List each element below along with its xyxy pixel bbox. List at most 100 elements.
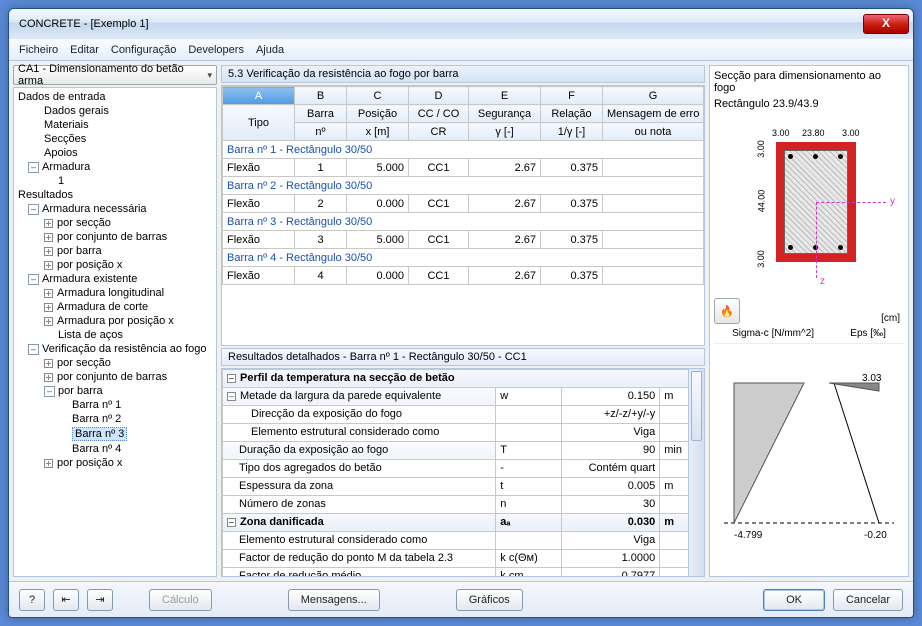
tree-armcorte[interactable]: Armadura de corte <box>57 301 148 313</box>
group-row: Barra nº 3 - Rectângulo 30/50 <box>223 213 704 231</box>
expand-icon[interactable] <box>44 219 53 228</box>
tree-fogo-conj[interactable]: por conjunto de barras <box>57 371 167 383</box>
tree-verif-fogo[interactable]: Verificação da resistência ao fogo <box>42 343 207 355</box>
case-combo[interactable]: CA1 - Dimensionamento do betão arma <box>13 65 217 85</box>
details-header-text: Resultados detalhados - Barra nº 1 - Rec… <box>228 351 527 363</box>
group-row: Barra nº 2 - Rectângulo 30/50 <box>223 177 704 195</box>
tree-arm-exist[interactable]: Armadura existente <box>42 273 137 285</box>
pane-title: 5.3 Verificação da resistência ao fogo p… <box>221 65 705 83</box>
tree-armposx[interactable]: Armadura por posição x <box>57 315 174 327</box>
tree-fogo-barra[interactable]: por barra <box>58 385 103 397</box>
col-A[interactable]: A <box>223 87 295 105</box>
col-B[interactable]: B <box>295 87 347 105</box>
group-row: Barra nº 4 - Rectângulo 30/50 <box>223 249 704 267</box>
results-grid[interactable]: A B C D E F G Tipo Barra Posição C <box>221 85 705 346</box>
tree-porposx[interactable]: por posição x <box>57 259 122 271</box>
tree-barra1[interactable]: Barra nº 1 <box>72 399 121 411</box>
rebar-dot <box>838 154 843 159</box>
tree-arm-1[interactable]: 1 <box>58 175 64 187</box>
collapse-icon[interactable]: – <box>227 374 236 383</box>
tree-porbarra[interactable]: por barra <box>57 245 102 257</box>
next-button[interactable]: ⇥ <box>87 589 113 611</box>
details-row: –Metade da largura da parede equivalente… <box>223 387 704 405</box>
messages-button[interactable]: Mensagens... <box>288 589 380 611</box>
help-button[interactable]: ? <box>19 589 45 611</box>
scrollbar-thumb[interactable] <box>691 371 702 441</box>
details-panel[interactable]: –Perfil da temperatura na secção de betã… <box>221 368 705 578</box>
cross-section-drawing: 3.00 23.80 3.00 3.00 44.00 3.00 y z <box>714 114 904 294</box>
prev-button[interactable]: ⇤ <box>53 589 79 611</box>
collapse-icon[interactable]: – <box>28 162 39 173</box>
tree-apoios[interactable]: Apoios <box>44 147 78 159</box>
close-button[interactable]: X <box>863 14 909 34</box>
details-row: Factor de redução médiok cm0.7977 <box>223 567 704 577</box>
tree-fogo-seccao[interactable]: por secção <box>57 357 111 369</box>
hdr-seg2: γ [-] <box>469 123 541 141</box>
col-F[interactable]: F <box>541 87 603 105</box>
stress-strain-plot: -4.799 3.03 -0.20 <box>714 343 904 572</box>
col-G[interactable]: G <box>603 87 704 105</box>
menu-developers[interactable]: Developers <box>188 44 244 56</box>
tree-fogo-posx[interactable]: por posição x <box>57 457 122 469</box>
tree-seccoes[interactable]: Secções <box>44 133 86 145</box>
tree-porconj[interactable]: por conjunto de barras <box>57 231 167 243</box>
tree-barra3[interactable]: Barra nº 3 <box>72 427 127 441</box>
details-row: Direcção da exposição do fogo+z/-z/+y/-y <box>223 405 704 423</box>
hdr-rel1: Relação <box>541 105 603 123</box>
expand-icon[interactable] <box>44 303 53 312</box>
tree-barra4[interactable]: Barra nº 4 <box>72 443 121 455</box>
col-D[interactable]: D <box>409 87 469 105</box>
hdr-rel2: 1/γ [-] <box>541 123 603 141</box>
tree-armlong[interactable]: Armadura longitudinal <box>57 287 164 299</box>
plot-sigma-label: Sigma-c [N/mm^2] <box>732 328 814 339</box>
expand-icon[interactable] <box>44 233 53 242</box>
rebar-dot <box>788 154 793 159</box>
collapse-icon[interactable]: – <box>28 344 39 355</box>
details-header: Resultados detalhados - Barra nº 1 - Rec… <box>221 348 705 366</box>
hdr-cc1: CC / CO <box>409 105 469 123</box>
expand-icon[interactable] <box>44 261 53 270</box>
collapse-icon[interactable]: – <box>227 518 236 527</box>
collapse-icon[interactable]: – <box>227 392 236 401</box>
cancel-button[interactable]: Cancelar <box>833 589 903 611</box>
tree-resultados[interactable]: Resultados <box>18 189 73 201</box>
expand-icon[interactable] <box>44 373 53 382</box>
hdr-barra1: Barra <box>295 105 347 123</box>
tree-dadosgerais[interactable]: Dados gerais <box>44 105 109 117</box>
expand-icon[interactable] <box>44 359 53 368</box>
menu-ajuda[interactable]: Ajuda <box>256 44 284 56</box>
section-title1: Secção para dimensionamento ao fogo <box>714 70 904 94</box>
menu-config[interactable]: Configuração <box>111 44 176 56</box>
menu-ficheiro[interactable]: Ficheiro <box>19 44 58 56</box>
tree-porseccao[interactable]: por secção <box>57 217 111 229</box>
hdr-cc2: CR <box>409 123 469 141</box>
expand-icon[interactable] <box>44 459 53 468</box>
table-row: Flexão35.000CC12.670.375 <box>223 231 704 249</box>
svg-text:-4.799: -4.799 <box>734 530 763 541</box>
menu-editar[interactable]: Editar <box>70 44 99 56</box>
tree-listaacos[interactable]: Lista de aços <box>58 329 123 341</box>
nav-tree[interactable]: Dados de entrada Dados gerais Materiais … <box>13 87 217 577</box>
tree-arm-nec[interactable]: Armadura necessária <box>42 203 147 215</box>
graphics-button[interactable]: Gráficos <box>456 589 523 611</box>
fire-button[interactable]: 🔥 <box>714 298 740 324</box>
col-E[interactable]: E <box>469 87 541 105</box>
col-C[interactable]: C <box>347 87 409 105</box>
tree-materiais[interactable]: Materiais <box>44 119 89 131</box>
details-row: Número de zonasn30 <box>223 495 704 513</box>
calc-button[interactable]: Cálculo <box>149 589 212 611</box>
collapse-icon[interactable]: – <box>28 274 39 285</box>
dim-label: 3.00 <box>756 250 766 268</box>
details-group: –Perfil da temperatura na secção de betã… <box>223 369 704 387</box>
tree-dados[interactable]: Dados de entrada <box>18 91 105 103</box>
tree-armadura[interactable]: Armadura <box>42 161 90 173</box>
expand-icon[interactable] <box>44 247 53 256</box>
details-row: Factor de redução do ponto M da tabela 2… <box>223 549 704 567</box>
expand-icon[interactable] <box>44 317 53 326</box>
tree-barra2[interactable]: Barra nº 2 <box>72 413 121 425</box>
details-scrollbar[interactable] <box>688 369 704 577</box>
ok-button[interactable]: OK <box>763 589 825 611</box>
collapse-icon[interactable]: – <box>28 204 39 215</box>
collapse-icon[interactable]: – <box>44 386 55 397</box>
expand-icon[interactable] <box>44 289 53 298</box>
